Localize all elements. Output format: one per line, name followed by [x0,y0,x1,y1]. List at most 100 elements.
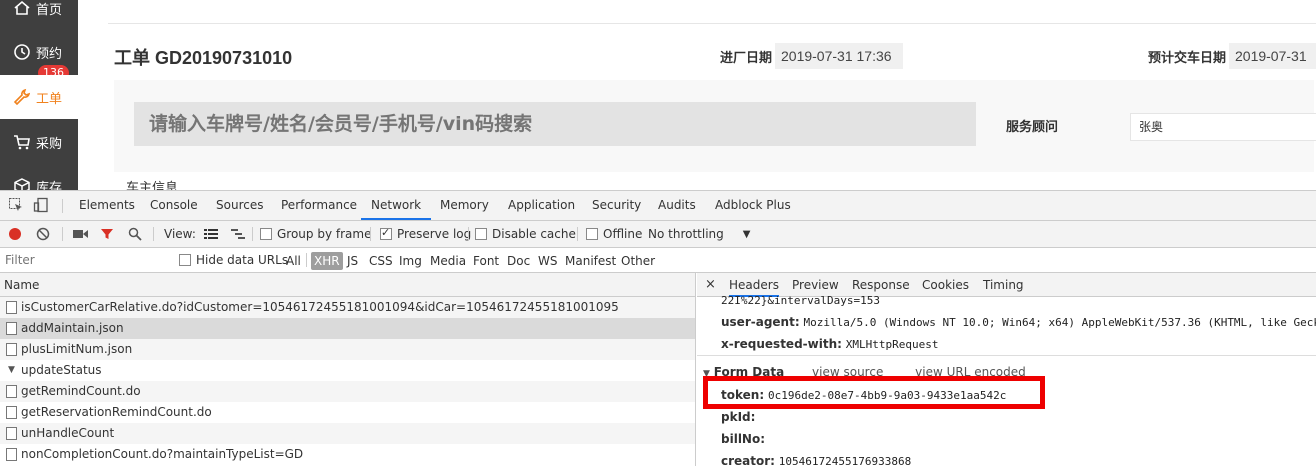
request-name: unHandleCount [21,426,115,440]
checkbox[interactable] [260,228,272,240]
divider [62,227,63,241]
request-name: nonCompletionCount.do?maintainTypeList=G… [21,447,304,461]
tab-cookies[interactable]: Cookies [922,273,969,297]
tab-timing[interactable]: Timing [983,273,1024,297]
request-rows: isCustomerCarRelative.do?idCustomer=1054… [0,297,695,465]
expand-arrow-icon: ▼ [8,365,15,375]
checkbox-label: Offline [603,227,643,241]
tab-sources[interactable]: Sources [216,191,263,220]
large-rows-icon[interactable] [204,226,218,242]
divider [252,227,253,241]
request-row[interactable]: isCustomerCarRelative.do?idCustomer=1054… [0,297,695,318]
request-row[interactable]: getReservationRemindCount.do [0,402,695,423]
name-column-header[interactable]: Name [0,273,695,297]
devtools-tab-bar: Elements Console Sources Performance Net… [0,191,1316,221]
request-name: getReservationRemindCount.do [21,405,212,419]
checkbox[interactable] [586,228,598,240]
request-row[interactable]: ▼ updateStatus [0,360,695,381]
request-detail-panel: × Headers Preview Response Cookies Timin… [697,273,1316,466]
video-capture-icon[interactable] [73,226,88,242]
filter-type-font[interactable]: Font [470,252,502,270]
tab-application[interactable]: Application [508,191,575,220]
filter-type-media[interactable]: Media [427,252,469,270]
filter-type-img[interactable]: Img [396,252,425,270]
preserve-log-checkbox[interactable]: Preserve log [380,226,471,242]
filter-bar: Hide data URLs All XHR JS CSS Img Media … [0,248,1316,273]
tab-performance[interactable]: Performance [281,191,357,220]
filter-type-js[interactable]: JS [344,252,361,270]
wrench-icon [12,87,32,107]
sidebar-item-purchase[interactable]: 采购 [0,120,78,164]
sidebar-item-inventory[interactable]: 库存 [0,164,78,190]
filter-input[interactable] [2,251,166,269]
divider [370,227,371,241]
sidebar-item-home[interactable]: 首页 [0,0,78,30]
app-window: 首页 预约 136 工单 采购 库存 工单 GD20190731010 进厂日期… [0,0,1316,190]
filter-type-manifest[interactable]: Manifest [562,252,619,270]
divider [468,227,469,241]
delivery-date-field[interactable]: 2019-07-31 [1229,43,1316,69]
filter-type-other[interactable]: Other [618,252,658,270]
group-by-frame-checkbox[interactable]: Group by frame [260,226,371,242]
document-icon [6,427,17,440]
request-row[interactable]: plusLimitNum.json [0,339,695,360]
filter-type-ws[interactable]: WS [535,252,560,270]
dropdown-arrow-icon: ▼ [742,228,751,240]
hide-data-urls-checkbox[interactable]: Hide data URLs [179,252,288,268]
request-row[interactable]: nonCompletionCount.do?maintainTypeList=G… [0,444,695,465]
waterfall-icon[interactable] [231,226,245,242]
sidebar-item-label: 采购 [36,136,63,152]
search-icon[interactable] [128,226,142,242]
throttling-value: No throttling [648,227,724,241]
checkbox[interactable] [179,254,191,266]
device-toolbar-icon[interactable] [33,197,49,213]
record-button[interactable] [8,226,22,242]
sidebar-item-reservation[interactable]: 预约 136 [0,30,78,81]
search-panel: 服务顾问 张奥 [114,80,1316,172]
network-toolbar: View: Group by frame Preserve log Disabl… [0,221,1316,248]
delivery-date-label: 预计交车日期 [1148,51,1227,66]
user-agent-header: user-agent: Mozilla/5.0 (Windows NT 10.0… [721,315,1316,329]
creator-field: creator: 10546172455176933868 [721,454,912,466]
inspect-element-icon[interactable] [8,197,24,213]
entry-date-field[interactable]: 2019-07-31 17:36 [775,43,903,69]
request-name: updateStatus [21,363,102,377]
tab-memory[interactable]: Memory [440,191,489,220]
sidebar-item-work-order[interactable]: 工单 [0,75,78,119]
clear-button[interactable] [36,226,50,242]
checkbox-label: Hide data URLs [196,253,289,267]
filter-icon[interactable] [100,226,114,242]
header-line-cut: 22I%22}&intervalDays=153 [721,294,880,307]
filter-type-doc[interactable]: Doc [504,252,533,270]
request-row[interactable]: unHandleCount [0,423,695,444]
billno-field: billNo: [721,432,766,446]
pkid-field: pkId: [721,410,756,424]
divider [108,23,1316,24]
service-advisor-select[interactable]: 张奥 [1130,113,1316,141]
search-input[interactable] [134,102,976,146]
document-icon [6,343,17,356]
sidebar-item-label: 工单 [36,91,63,107]
filter-type-all[interactable]: All [283,252,304,270]
tab-network[interactable]: Network [361,191,432,220]
main-content: 工单 GD20190731010 进厂日期 2019-07-31 17:36 预… [108,0,1316,190]
throttling-select[interactable]: No throttling ▼ [648,226,750,242]
tab-security[interactable]: Security [592,191,641,220]
checkbox[interactable] [475,228,487,240]
tab-adblock-plus[interactable]: Adblock Plus [715,191,791,220]
request-row[interactable]: getRemindCount.do [0,381,695,402]
checkbox[interactable] [380,226,392,240]
sidebar-item-label: 预约 [36,46,63,62]
offline-checkbox[interactable]: Offline [586,226,642,242]
divider [62,199,63,213]
request-row[interactable]: addMaintain.json [0,318,695,339]
block-icon [36,227,50,241]
filter-type-css[interactable]: CSS [366,252,396,270]
tab-audits[interactable]: Audits [658,191,696,220]
tab-elements[interactable]: Elements [79,191,135,220]
filter-type-xhr[interactable]: XHR [311,252,343,270]
disable-cache-checkbox[interactable]: Disable cache [475,226,576,242]
request-name: addMaintain.json [21,321,124,335]
tab-console[interactable]: Console [150,191,198,220]
close-icon[interactable]: × [705,273,716,297]
